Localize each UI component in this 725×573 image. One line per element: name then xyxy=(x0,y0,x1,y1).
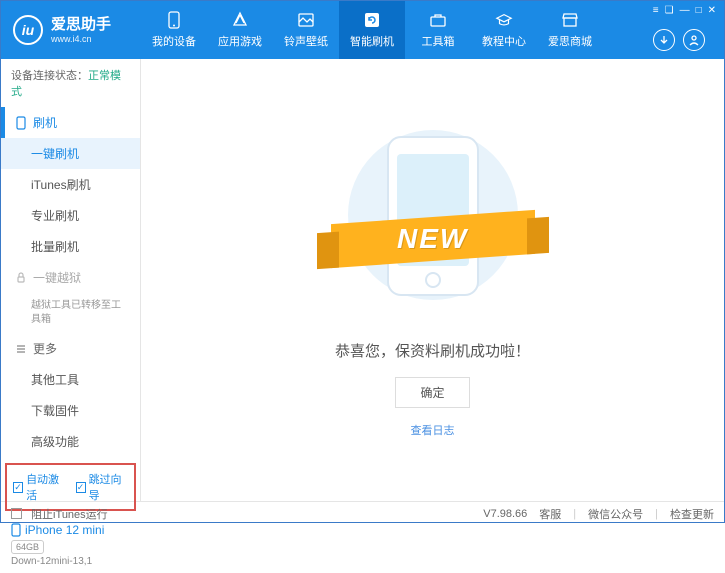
top-nav: 我的设备 应用游戏 铃声壁纸 智能刷机 工具箱 教程中心 爱思商城 xyxy=(141,1,653,59)
app-header: iu 爱思助手 www.i4.cn 我的设备 应用游戏 铃声壁纸 智能刷机 工具… xyxy=(1,1,724,59)
main-content: NEW 恭喜您，保资料刷机成功啦！ 确定 查看日志 xyxy=(141,59,724,501)
customer-service-link[interactable]: 客服 xyxy=(539,506,561,522)
sidebar-item-advanced[interactable]: 高级功能 xyxy=(1,426,140,457)
checkbox-auto-activate[interactable]: ✓自动激活 xyxy=(13,471,66,503)
device-model-label: Down-12mini-13,1 xyxy=(11,556,130,567)
download-button[interactable] xyxy=(653,29,675,51)
refresh-icon xyxy=(363,11,381,29)
sidebar-section-jailbreak[interactable]: 一键越狱 xyxy=(1,262,140,293)
nav-smart-flash[interactable]: 智能刷机 xyxy=(339,1,405,59)
phone-icon xyxy=(165,11,183,29)
version-label: V7.98.66 xyxy=(483,508,527,520)
device-name-label: iPhone 12 mini xyxy=(25,523,104,537)
toolbox-icon xyxy=(429,11,447,29)
lock-icon xyxy=(15,272,27,284)
header-right: ≡ ❏ — □ ✕ xyxy=(653,1,724,59)
sidebar-item-batch-flash[interactable]: 批量刷机 xyxy=(1,231,140,262)
sidebar-item-pro-flash[interactable]: 专业刷机 xyxy=(1,200,140,231)
brand: iu 爱思助手 www.i4.cn xyxy=(1,1,141,59)
checkbox-skip-guide[interactable]: ✓跳过向导 xyxy=(76,471,129,503)
phone-icon xyxy=(15,116,27,130)
sidebar-item-download-firmware[interactable]: 下载固件 xyxy=(1,395,140,426)
confirm-button[interactable]: 确定 xyxy=(395,377,469,408)
skin-icon[interactable]: ❏ xyxy=(665,5,674,16)
menu-icon[interactable]: ≡ xyxy=(653,5,659,16)
wallpaper-icon xyxy=(297,11,315,29)
success-message: 恭喜您，保资料刷机成功啦！ xyxy=(335,340,530,361)
apps-icon xyxy=(231,11,249,29)
brand-title: 爱思助手 xyxy=(51,16,111,34)
close-icon[interactable]: ✕ xyxy=(708,5,716,16)
sidebar-section-more[interactable]: 更多 xyxy=(1,333,140,364)
success-illustration: NEW xyxy=(313,122,553,322)
store-icon xyxy=(561,11,579,29)
sidebar-section-flash[interactable]: 刷机 xyxy=(1,107,140,138)
sidebar-item-other-tools[interactable]: 其他工具 xyxy=(1,364,140,395)
more-icon xyxy=(15,343,27,355)
check-update-link[interactable]: 检查更新 xyxy=(670,506,714,522)
connection-status: 设备连接状态：正常模式 xyxy=(1,59,140,107)
sidebar: 设备连接状态：正常模式 刷机 一键刷机 iTunes刷机 专业刷机 批量刷机 一… xyxy=(1,59,141,501)
brand-logo-icon: iu xyxy=(13,15,43,45)
maximize-icon[interactable]: □ xyxy=(696,5,702,16)
connected-device[interactable]: iPhone 12 mini 64GB Down-12mini-13,1 xyxy=(1,517,140,573)
nav-my-device[interactable]: 我的设备 xyxy=(141,1,207,59)
nav-store[interactable]: 爱思商城 xyxy=(537,1,603,59)
jailbreak-note: 越狱工具已转移至工具箱 xyxy=(1,293,140,333)
sidebar-item-oneclick-flash[interactable]: 一键刷机 xyxy=(1,138,140,169)
user-button[interactable] xyxy=(683,29,705,51)
view-log-link[interactable]: 查看日志 xyxy=(411,422,455,438)
brand-url: www.i4.cn xyxy=(51,34,111,45)
checkbox-block-itunes[interactable]: 阻止iTunes运行 xyxy=(11,506,108,522)
flash-options-highlight: ✓自动激活 ✓跳过向导 xyxy=(5,463,136,511)
nav-apps-games[interactable]: 应用游戏 xyxy=(207,1,273,59)
graduation-icon xyxy=(495,11,513,29)
sidebar-item-itunes-flash[interactable]: iTunes刷机 xyxy=(1,169,140,200)
phone-icon xyxy=(11,523,21,537)
minimize-icon[interactable]: — xyxy=(680,5,690,16)
nav-ringtone-wallpaper[interactable]: 铃声壁纸 xyxy=(273,1,339,59)
wechat-link[interactable]: 微信公众号 xyxy=(588,506,643,522)
new-banner: NEW xyxy=(397,223,468,255)
device-capacity-badge: 64GB xyxy=(11,540,44,554)
nav-toolbox[interactable]: 工具箱 xyxy=(405,1,471,59)
nav-tutorials[interactable]: 教程中心 xyxy=(471,1,537,59)
